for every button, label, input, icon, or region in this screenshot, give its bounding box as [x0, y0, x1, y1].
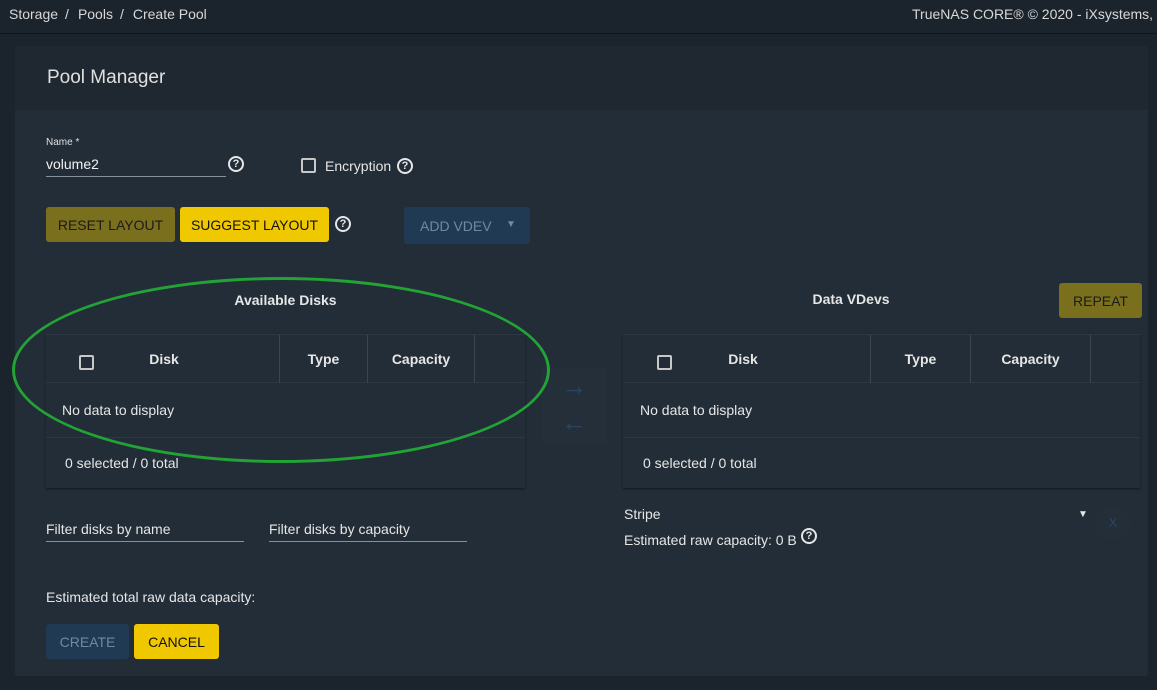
filter-disks-by-name-input[interactable]	[46, 516, 244, 542]
table-divider	[623, 437, 1140, 438]
breadcrumb-separator: /	[65, 6, 69, 22]
column-header-disk[interactable]: Disk	[126, 335, 202, 383]
arrow-left-icon[interactable]: ←	[561, 409, 587, 435]
column-header-capacity[interactable]: Capacity	[971, 335, 1090, 383]
page-title: Pool Manager	[47, 67, 166, 88]
breadcrumb-separator: /	[119, 6, 124, 22]
breadcrumb: Storage / Pools / Create Pool	[9, 6, 207, 22]
arrow-right-icon[interactable]: →	[561, 373, 587, 399]
select-all-checkbox[interactable]	[657, 355, 672, 370]
name-input[interactable]	[46, 151, 226, 177]
help-icon[interactable]: ?	[801, 528, 817, 544]
column-header-type[interactable]: Type	[280, 335, 367, 383]
cancel-button[interactable]: CANCEL	[134, 624, 219, 659]
filter-disks-by-capacity-input[interactable]	[269, 516, 467, 542]
breadcrumb-create-pool: Create Pool	[132, 6, 207, 22]
empty-message: No data to display	[640, 402, 753, 418]
data-vdevs-table: Disk Type Capacity No data to display 0 …	[623, 334, 1140, 488]
caret-down-icon[interactable]: ▼	[1078, 509, 1088, 520]
vdev-layout-select[interactable]: Stripe	[624, 506, 661, 522]
selection-count: 0 selected / 0 total	[643, 455, 757, 471]
reset-layout-button[interactable]: RESET LAYOUT	[46, 207, 175, 242]
table-divider	[46, 437, 525, 438]
column-divider[interactable]	[1090, 335, 1091, 383]
help-icon[interactable]: ?	[228, 156, 244, 172]
selection-count: 0 selected / 0 total	[65, 455, 179, 471]
breadcrumb-storage[interactable]: Storage	[9, 6, 58, 22]
card-header: Pool Manager	[15, 46, 1148, 110]
encryption-label: Encryption	[325, 158, 392, 174]
copyright-text: TrueNAS CORE® © 2020 - iXsystems, I	[912, 6, 1157, 22]
add-vdev-button[interactable]: ADD VDEV ▼	[404, 207, 530, 244]
help-icon[interactable]: ?	[335, 216, 351, 232]
select-all-checkbox[interactable]	[79, 355, 94, 370]
table-header: Disk Type Capacity	[46, 334, 525, 383]
breadcrumb-pools[interactable]: Pools	[78, 6, 113, 22]
table-header: Disk Type Capacity	[623, 334, 1140, 383]
close-icon[interactable]: X	[1094, 506, 1132, 540]
create-button[interactable]: CREATE	[46, 624, 129, 659]
column-header-disk[interactable]: Disk	[703, 335, 783, 383]
encryption-checkbox[interactable]	[301, 158, 316, 173]
empty-message: No data to display	[62, 402, 175, 418]
column-divider[interactable]	[474, 335, 475, 383]
repeat-button[interactable]: REPEAT	[1059, 283, 1142, 318]
estimated-total-capacity: Estimated total raw data capacity:	[46, 589, 256, 605]
help-icon[interactable]: ?	[397, 158, 413, 174]
suggest-layout-button[interactable]: SUGGEST LAYOUT	[180, 207, 329, 242]
available-disks-title: Available Disks	[234, 292, 337, 308]
add-vdev-label: ADD VDEV	[420, 218, 492, 234]
column-header-type[interactable]: Type	[871, 335, 970, 383]
data-vdevs-title: Data VDevs	[812, 291, 890, 307]
estimated-raw-capacity: Estimated raw capacity: 0 B	[624, 532, 797, 548]
available-disks-table: Disk Type Capacity No data to display 0 …	[46, 334, 525, 488]
top-bar: Storage / Pools / Create Pool TrueNAS CORE® …	[0, 0, 1157, 34]
move-arrows-panel: → ←	[541, 367, 607, 443]
caret-down-icon: ▼	[506, 219, 516, 230]
column-header-capacity[interactable]: Capacity	[368, 335, 474, 383]
name-label: Name *	[46, 137, 80, 148]
